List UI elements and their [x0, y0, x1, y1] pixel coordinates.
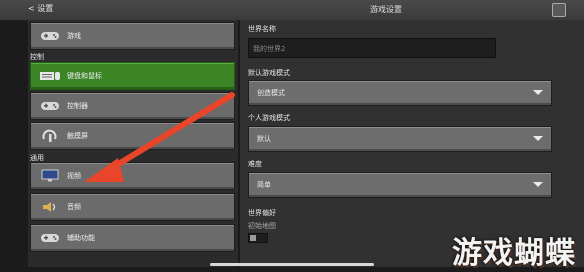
default-mode-label: 默认游戏模式: [248, 69, 290, 77]
back-label: < 设置: [28, 4, 54, 13]
back-button[interactable]: < 设置: [28, 3, 53, 14]
close-button[interactable]: [552, 3, 566, 17]
keyboard-icon: [37, 68, 63, 84]
touch-icon: [37, 128, 63, 144]
sidebar-item-label: 游戏: [67, 32, 81, 40]
difficulty-dropdown[interactable]: 简单: [248, 172, 552, 198]
chevron-down-icon: [533, 90, 543, 95]
sidebar-item-label: 控制器: [67, 102, 88, 110]
world-name-input[interactable]: 我的世界2: [248, 38, 496, 58]
sidebar-item-video[interactable]: 视频: [30, 162, 235, 190]
controller-icon: [37, 98, 63, 114]
sidebar-item-controller[interactable]: 控制器: [30, 92, 235, 120]
world-name-label: 世界名称: [248, 25, 276, 33]
personal-mode-value: 默认: [257, 135, 271, 143]
default-mode-value: 创造模式: [257, 89, 285, 97]
initial-map-label: 初始地图: [248, 222, 276, 230]
controller-icon: [37, 28, 63, 44]
sidebar: 游戏 控制 键盘和鼠标 控制器 触摸屏 通用 视频 音频 辅助功能: [28, 20, 238, 267]
controller-icon: [37, 230, 63, 246]
difficulty-label: 难度: [248, 160, 262, 168]
section-label-controls: 控制: [30, 53, 44, 61]
page-title: 游戏设置: [370, 5, 402, 14]
sidebar-item-touch[interactable]: 触摸屏: [30, 122, 235, 150]
monitor-icon: [37, 168, 63, 184]
speaker-icon: [37, 199, 63, 215]
top-bar: < 设置 游戏设置: [0, 0, 584, 21]
sidebar-item-label: 辅助功能: [67, 234, 95, 242]
sidebar-item-label: 触摸屏: [67, 132, 88, 140]
sidebar-item-label: 音频: [67, 203, 81, 211]
sidebar-item-audio[interactable]: 音频: [30, 193, 235, 221]
sidebar-item-label: 键盘和鼠标: [67, 72, 102, 80]
home-indicator: [210, 263, 374, 266]
difficulty-value: 简单: [257, 181, 271, 189]
world-prefs-label: 世界偏好: [248, 209, 276, 217]
sidebar-item-game[interactable]: 游戏: [30, 22, 235, 50]
default-mode-dropdown[interactable]: 创造模式: [248, 80, 552, 106]
sidebar-item-label: 视频: [67, 172, 81, 180]
sidebar-item-keyboard-mouse[interactable]: 键盘和鼠标: [30, 62, 235, 90]
initial-map-toggle[interactable]: [248, 233, 268, 243]
chevron-down-icon: [533, 136, 543, 141]
personal-mode-label: 个人游戏模式: [248, 114, 290, 122]
chevron-down-icon: [533, 182, 543, 187]
personal-mode-dropdown[interactable]: 默认: [248, 126, 552, 152]
sidebar-item-accessibility[interactable]: 辅助功能: [30, 224, 235, 252]
watermark: 游戏蝴蝶: [452, 236, 576, 271]
